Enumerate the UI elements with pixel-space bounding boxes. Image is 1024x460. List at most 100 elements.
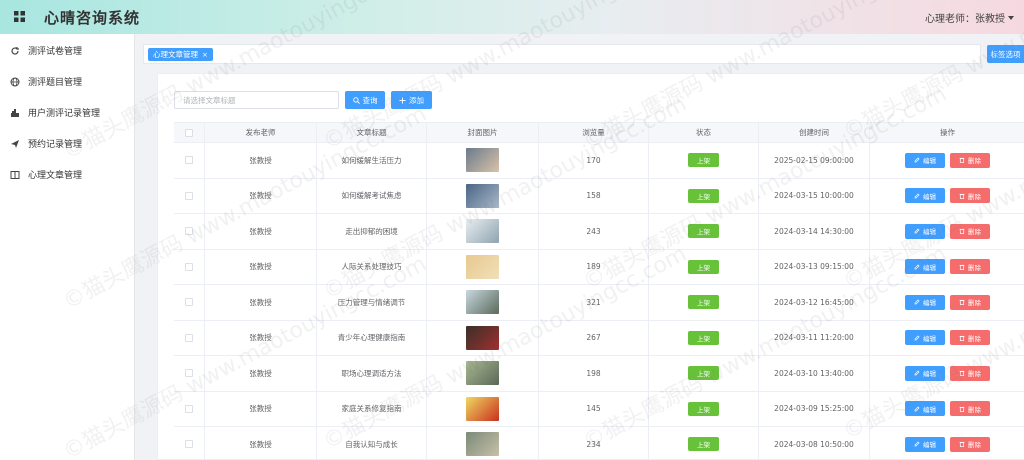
edit-label: 编辑 xyxy=(923,370,936,379)
cover-cell xyxy=(427,320,539,355)
edit-icon xyxy=(914,228,920,234)
cover-cell xyxy=(427,249,539,284)
edit-button[interactable]: 编辑 xyxy=(905,330,945,346)
edit-button[interactable]: 编辑 xyxy=(905,259,945,275)
status-button[interactable]: 上架 xyxy=(688,259,719,274)
row-checkbox[interactable] xyxy=(185,404,193,413)
status-cell: 上架 xyxy=(649,356,759,391)
edit-button[interactable]: 编辑 xyxy=(905,436,945,452)
views-cell: 234 xyxy=(539,427,649,460)
sidebar-item-exam-papers[interactable]: 测评试卷管理 xyxy=(0,35,134,66)
delete-button[interactable]: 删除 xyxy=(950,259,990,275)
status-button[interactable]: 上架 xyxy=(688,224,719,239)
edit-label: 编辑 xyxy=(923,192,936,201)
query-button[interactable]: 查询 xyxy=(345,91,385,109)
status-cell: 上架 xyxy=(649,249,759,284)
teacher-cell: 张教授 xyxy=(205,356,317,391)
cover-thumbnail xyxy=(466,148,499,173)
status-button[interactable]: 上架 xyxy=(688,188,719,203)
delete-button[interactable]: 删除 xyxy=(950,294,990,310)
row-checkbox[interactable] xyxy=(185,440,193,449)
status-button[interactable]: 上架 xyxy=(688,295,719,310)
status-cell: 上架 xyxy=(649,143,759,178)
delete-label: 删除 xyxy=(968,192,981,201)
column-header: 文章标题 xyxy=(317,123,427,142)
title-search-input[interactable] xyxy=(174,91,339,109)
views-cell: 158 xyxy=(539,178,649,213)
status-cell: 上架 xyxy=(649,178,759,213)
trash-icon xyxy=(959,335,965,341)
edit-button[interactable]: 编辑 xyxy=(905,365,945,381)
tab-articles[interactable]: 心理文章管理 × xyxy=(148,48,213,61)
send-icon xyxy=(9,138,21,150)
delete-button[interactable]: 删除 xyxy=(950,223,990,239)
sidebar-item-articles[interactable]: 心理文章管理 xyxy=(0,159,134,190)
cover-cell xyxy=(427,391,539,426)
delete-button[interactable]: 删除 xyxy=(950,436,990,452)
delete-button[interactable]: 删除 xyxy=(950,365,990,381)
status-button[interactable]: 上架 xyxy=(688,153,719,168)
row-checkbox[interactable] xyxy=(185,227,193,236)
delete-button[interactable]: 删除 xyxy=(950,188,990,204)
add-button[interactable]: 添加 xyxy=(391,91,432,109)
row-select-cell xyxy=(174,320,205,355)
grid-menu-icon[interactable] xyxy=(14,11,25,22)
trash-icon xyxy=(959,406,965,412)
delete-label: 删除 xyxy=(968,228,981,237)
delete-button[interactable]: 删除 xyxy=(950,401,990,417)
views-cell: 145 xyxy=(539,391,649,426)
delete-label: 删除 xyxy=(968,334,981,343)
table-row: 张教授 人际关系处理技巧 189 上架 2024-03-13 09:15:00 编辑 删除 xyxy=(174,249,1024,285)
close-icon[interactable]: × xyxy=(202,51,208,59)
edit-label: 编辑 xyxy=(923,441,936,450)
edit-button[interactable]: 编辑 xyxy=(905,152,945,168)
row-select-cell xyxy=(174,143,205,178)
teacher-cell: 张教授 xyxy=(205,214,317,249)
delete-button[interactable]: 删除 xyxy=(950,152,990,168)
tags-view-bar: 心理文章管理 × xyxy=(143,44,981,64)
trash-icon xyxy=(959,158,965,164)
row-checkbox[interactable] xyxy=(185,298,193,307)
tag-options-button[interactable]: 标签选项 xyxy=(987,45,1024,63)
status-cell: 上架 xyxy=(649,285,759,320)
user-menu[interactable]: 心理老师：张教授 xyxy=(925,10,1014,25)
edit-icon xyxy=(914,441,920,447)
edit-button[interactable]: 编辑 xyxy=(905,188,945,204)
edit-icon xyxy=(914,157,920,163)
actions-cell: 编辑 删除 xyxy=(870,392,1024,427)
edit-button[interactable]: 编辑 xyxy=(905,401,945,417)
status-button[interactable]: 上架 xyxy=(688,401,719,416)
teacher-cell: 张教授 xyxy=(205,427,317,460)
cover-cell xyxy=(427,285,539,320)
trash-icon xyxy=(959,371,965,377)
row-checkbox[interactable] xyxy=(185,369,193,378)
sidebar-item-questions[interactable]: 测评题目管理 xyxy=(0,66,134,97)
add-label: 添加 xyxy=(409,95,424,105)
edit-button[interactable]: 编辑 xyxy=(905,223,945,239)
status-button[interactable]: 上架 xyxy=(688,366,719,381)
table-row: 张教授 如何缓解生活压力 170 上架 2025-02-15 09:00:00 编辑 删除 xyxy=(174,143,1024,179)
actions-cell: 编辑 删除 xyxy=(870,214,1024,249)
edit-button[interactable]: 编辑 xyxy=(905,294,945,310)
status-button[interactable]: 上架 xyxy=(688,330,719,345)
select-all-checkbox[interactable] xyxy=(185,128,193,137)
teacher-cell: 张教授 xyxy=(205,320,317,355)
row-checkbox[interactable] xyxy=(185,156,193,165)
row-checkbox[interactable] xyxy=(185,333,193,342)
row-checkbox[interactable] xyxy=(185,262,193,271)
delete-label: 删除 xyxy=(968,299,981,308)
plus-icon xyxy=(399,96,406,104)
app-title: 心晴咨询系统 xyxy=(44,9,141,27)
sidebar-item-appointments[interactable]: 预约记录管理 xyxy=(0,128,134,159)
cover-cell xyxy=(427,143,539,178)
status-button[interactable]: 上架 xyxy=(688,437,719,452)
cover-thumbnail xyxy=(466,254,499,279)
sidebar-item-user-records[interactable]: 用户测评记录管理 xyxy=(0,97,134,128)
table-row: 张教授 走出抑郁的困境 243 上架 2024-03-14 14:30:00 编辑 删除 xyxy=(174,214,1024,250)
views-cell: 189 xyxy=(539,249,649,284)
delete-button[interactable]: 删除 xyxy=(950,330,990,346)
delete-label: 删除 xyxy=(968,441,981,450)
edit-icon xyxy=(914,193,920,199)
row-checkbox[interactable] xyxy=(185,191,193,200)
cover-thumbnail xyxy=(466,432,499,457)
